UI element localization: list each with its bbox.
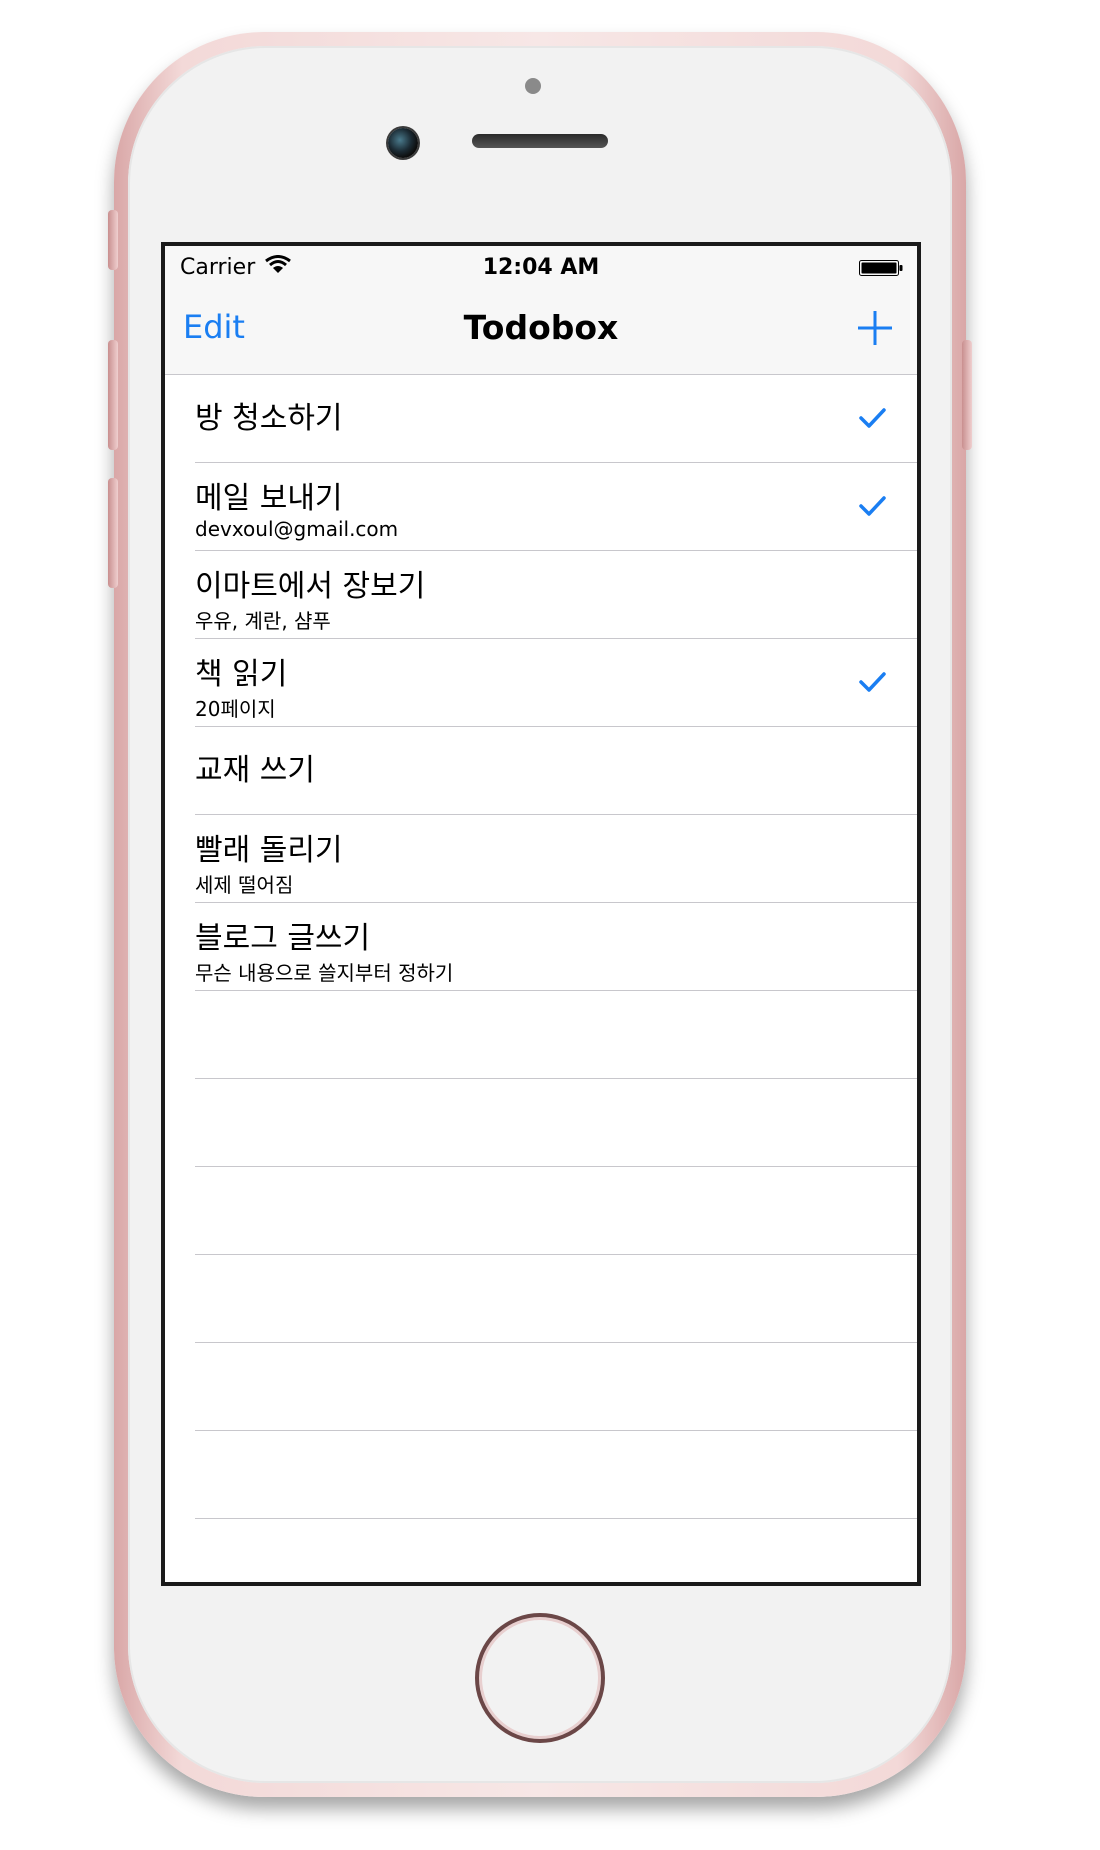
front-camera-icon	[388, 128, 418, 158]
todo-subtitle: 세제 떨어짐	[195, 873, 294, 897]
power-button	[962, 340, 972, 450]
todo-subtitle: 무슨 내용으로 쓸지부터 정하기	[195, 961, 454, 985]
navigation-bar: Edit Todobox	[165, 286, 917, 375]
checkmark-icon	[859, 408, 886, 428]
todo-title: 블로그 글쓰기	[195, 921, 371, 956]
plus-icon	[858, 311, 892, 345]
todo-subtitle: 20페이지	[195, 697, 276, 721]
empty-row	[195, 1255, 917, 1343]
add-todo-button[interactable]	[855, 308, 895, 348]
todo-title: 빨래 돌리기	[195, 833, 343, 868]
todo-row-4[interactable]: 책 읽기 20페이지	[195, 639, 917, 727]
empty-row	[195, 1343, 917, 1431]
todo-title: 책 읽기	[195, 657, 288, 692]
todo-list: 방 청소하기 메일 보내기 devxoul@gmail.com 이마트에서 장보…	[165, 375, 917, 1519]
mute-switch	[108, 210, 118, 270]
edit-button[interactable]: Edit	[183, 308, 245, 346]
todo-title: 메일 보내기	[195, 481, 343, 516]
todo-subtitle: 우유, 계란, 샴푸	[195, 609, 331, 633]
todo-subtitle: devxoul@gmail.com	[195, 517, 399, 541]
todo-row-2[interactable]: 메일 보내기 devxoul@gmail.com	[195, 463, 917, 551]
app-screen: Carrier 12:04 AM Edit Todobox 방 청소하기 메일 …	[161, 242, 921, 1586]
proximity-sensor	[525, 78, 541, 94]
todo-row-5[interactable]: 교재 쓰기	[195, 727, 917, 815]
todo-row-3[interactable]: 이마트에서 장보기 우유, 계란, 샴푸	[195, 551, 917, 639]
todo-title: 이마트에서 장보기	[195, 569, 426, 604]
home-button[interactable]	[475, 1613, 605, 1743]
todo-row-7[interactable]: 블로그 글쓰기 무슨 내용으로 쓸지부터 정하기	[195, 903, 917, 991]
todo-row-1[interactable]: 방 청소하기	[195, 375, 917, 463]
todo-row-6[interactable]: 빨래 돌리기 세제 떨어짐	[195, 815, 917, 903]
volume-up-button	[108, 340, 118, 450]
todo-title: 방 청소하기	[195, 401, 343, 436]
todo-title: 교재 쓰기	[195, 753, 315, 788]
empty-row	[195, 1431, 917, 1519]
empty-row	[195, 991, 917, 1079]
status-time: 12:04 AM	[482, 255, 600, 280]
checkmark-icon	[859, 672, 886, 692]
battery-icon	[859, 260, 903, 276]
empty-row	[195, 1167, 917, 1255]
page-title: Todobox	[463, 308, 619, 347]
status-bar: Carrier 12:04 AM	[165, 246, 917, 286]
earpiece-speaker	[472, 134, 608, 148]
checkmark-icon	[859, 496, 886, 516]
volume-down-button	[108, 478, 118, 588]
empty-row	[195, 1079, 917, 1167]
